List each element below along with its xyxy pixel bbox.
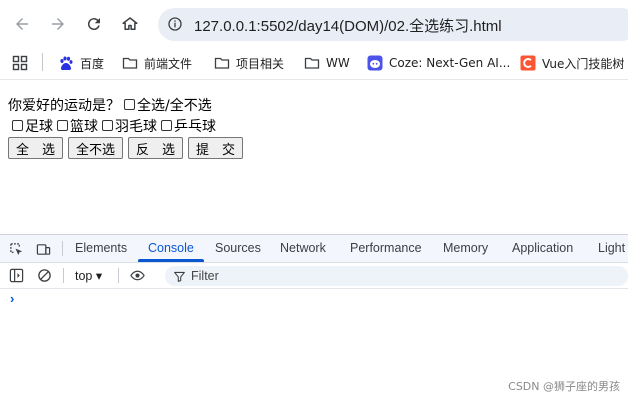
- csdn-icon: [520, 55, 536, 71]
- tab-elements[interactable]: Elements: [75, 241, 127, 255]
- site-info-icon[interactable]: [164, 13, 186, 35]
- filter-funnel-icon: [174, 271, 185, 282]
- tab-lighthouse[interactable]: Light: [598, 241, 625, 255]
- sports-line: 足球 篮球 羽毛球 乒乓球: [8, 115, 248, 136]
- live-expression-eye-icon[interactable]: [128, 266, 146, 284]
- reload-icon[interactable]: [80, 10, 108, 38]
- context-selector[interactable]: top ▾: [75, 268, 102, 283]
- badminton-label: 羽毛球: [115, 118, 157, 135]
- bookmark-label: 项目相关: [236, 56, 285, 71]
- button-row: 全 选 全不选 反 选 提 交: [8, 137, 248, 159]
- folder-icon: [214, 57, 230, 69]
- bookmark-baidu[interactable]: 百度: [58, 53, 104, 73]
- bookmarks-divider: [42, 53, 43, 71]
- tab-performance[interactable]: Performance: [350, 241, 422, 255]
- bookmark-label: 百度: [80, 56, 105, 71]
- dropdown-arrow-icon: ▾: [95, 269, 103, 283]
- console-toolbar: top ▾ Filter: [0, 263, 628, 289]
- sidebar-toggle-icon[interactable]: [7, 266, 25, 284]
- tab-memory[interactable]: Memory: [443, 241, 488, 255]
- bookmark-label: Vue入门技能树: [542, 56, 625, 71]
- select-all-button[interactable]: 全 选: [8, 137, 64, 159]
- pingpong-checkbox[interactable]: [161, 120, 172, 131]
- devtools-panel: Elements Console Sources Network Perform…: [0, 234, 628, 401]
- url-text[interactable]: 127.0.0.1:5502/day14(DOM)/02.全选练习.html: [194, 15, 502, 36]
- coze-icon: [367, 55, 383, 71]
- submit-button[interactable]: 提 交: [188, 137, 244, 159]
- bookmark-coze[interactable]: Coze: Next-Gen AI...: [367, 53, 510, 73]
- console-divider: [118, 268, 119, 283]
- bookmark-project-folder[interactable]: 项目相关: [214, 53, 284, 73]
- bookmark-label: 前端文件: [144, 56, 193, 71]
- forward-icon[interactable]: [44, 10, 72, 38]
- bookmark-label: Coze: Next-Gen AI...: [389, 56, 511, 70]
- page-viewport: 你爱好的运动是？ 全选/全不选 足球 篮球 羽毛球 乒乓球 全 选 全不选 反 …: [0, 79, 628, 235]
- select-all-label: 全选/全不选: [137, 97, 212, 114]
- pingpong-label: 乒乓球: [174, 118, 216, 135]
- back-icon[interactable]: [8, 10, 36, 38]
- tab-application[interactable]: Application: [512, 241, 573, 255]
- address-bar[interactable]: 127.0.0.1:5502/day14(DOM)/02.全选练习.html: [158, 8, 628, 41]
- basketball-checkbox[interactable]: [57, 120, 68, 131]
- watermark: CSDN @狮子座的男孩: [508, 380, 620, 393]
- browser-toolbar: 127.0.0.1:5502/day14(DOM)/02.全选练习.html: [0, 0, 628, 48]
- tab-sources[interactable]: Sources: [215, 241, 261, 255]
- devtools-divider: [62, 241, 63, 256]
- folder-icon: [304, 57, 320, 69]
- folder-icon: [122, 57, 138, 69]
- invert-selection-button[interactable]: 反 选: [128, 137, 184, 159]
- baidu-paw-icon: [60, 56, 73, 71]
- apps-grid-icon[interactable]: [12, 53, 34, 73]
- bookmarks-bar: 百度 前端文件 项目相关 WW Coze: Next-Gen AI... Vue…: [0, 48, 628, 78]
- question-line: 你爱好的运动是？ 全选/全不选: [8, 94, 248, 115]
- inspect-element-icon[interactable]: [7, 240, 25, 258]
- bookmark-ww-folder[interactable]: WW: [304, 53, 350, 73]
- bookmark-frontend-folder[interactable]: 前端文件: [122, 53, 192, 73]
- bookmark-label: WW: [326, 56, 350, 70]
- devtools-tabbar: Elements Console Sources Network Perform…: [0, 235, 628, 263]
- badminton-checkbox[interactable]: [102, 120, 113, 131]
- page-content: 你爱好的运动是？ 全选/全不选 足球 篮球 羽毛球 乒乓球 全 选 全不选 反 …: [8, 94, 248, 159]
- active-tab-indicator: [138, 259, 204, 262]
- select-none-button[interactable]: 全不选: [68, 137, 124, 159]
- bookmark-vue[interactable]: Vue入门技能树: [520, 53, 624, 73]
- tab-network[interactable]: Network: [280, 241, 326, 255]
- filter-input[interactable]: Filter: [165, 266, 628, 286]
- device-toolbar-icon[interactable]: [34, 240, 52, 258]
- football-label: 足球: [25, 118, 53, 135]
- football-checkbox[interactable]: [12, 120, 23, 131]
- console-divider: [63, 268, 64, 283]
- tab-console[interactable]: Console: [148, 241, 194, 255]
- question-label: 你爱好的运动是？: [8, 97, 120, 114]
- clear-console-icon[interactable]: [35, 266, 53, 284]
- console-prompt[interactable]: ›: [10, 291, 14, 306]
- basketball-label: 篮球: [70, 118, 98, 135]
- filter-placeholder: Filter: [191, 269, 219, 283]
- home-icon[interactable]: [116, 10, 144, 38]
- context-label: top: [75, 269, 93, 283]
- select-all-checkbox[interactable]: [124, 99, 135, 110]
